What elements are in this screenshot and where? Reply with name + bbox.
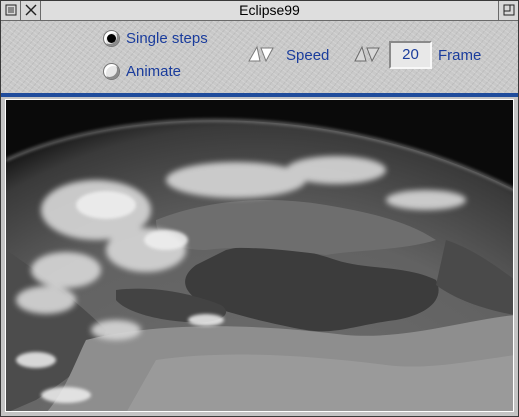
radio-dot-selected [103, 30, 120, 47]
frame-label: Frame [438, 47, 482, 64]
close-icon [25, 4, 37, 16]
control-panel: Single steps Animate Speed 20 Frame [1, 21, 518, 93]
close-button[interactable] [21, 1, 41, 20]
animate-radio[interactable]: Animate [103, 63, 181, 80]
single-steps-radio[interactable]: Single steps [103, 30, 208, 47]
satellite-earth-image [6, 100, 513, 411]
animate-label: Animate [126, 63, 182, 80]
eclipse99-window: Eclipse99 Single steps Animate Speed 20 … [0, 0, 519, 417]
title-bar[interactable]: Eclipse99 [1, 1, 518, 21]
frame-number-field[interactable]: 20 [389, 41, 432, 69]
toggle-size-button[interactable] [498, 1, 518, 20]
window-title: Eclipse99 [239, 2, 300, 18]
divider-line [1, 93, 518, 97]
radio-dot [103, 63, 120, 80]
speed-label: Speed [286, 47, 330, 64]
speed-arrows-icon[interactable] [248, 46, 274, 63]
satellite-image-viewport[interactable] [5, 99, 514, 412]
toggle-size-icon [503, 4, 515, 16]
single-steps-label: Single steps [126, 30, 208, 47]
frame-arrows-icon[interactable] [354, 46, 380, 63]
back-button[interactable] [1, 1, 21, 20]
back-icon [5, 4, 17, 16]
